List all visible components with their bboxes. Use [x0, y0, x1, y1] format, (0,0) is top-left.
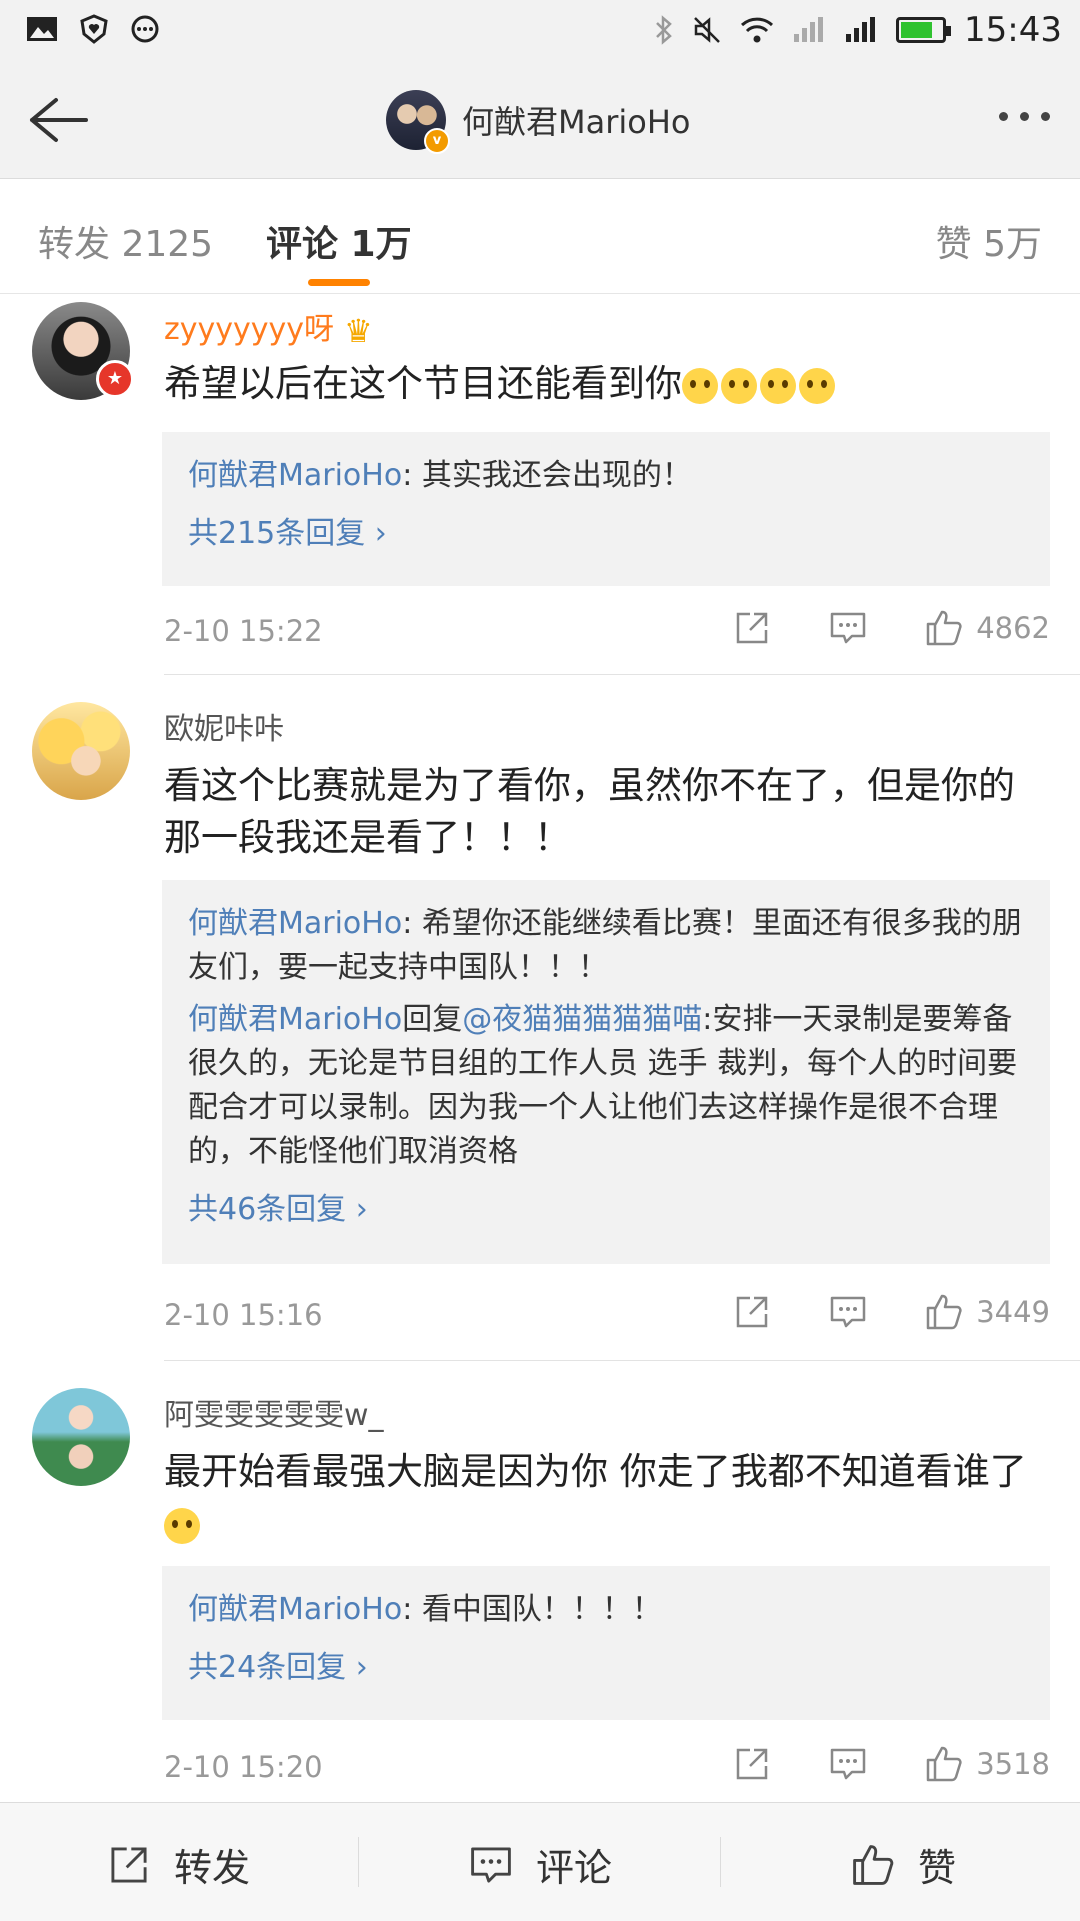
like-icon[interactable] [924, 1744, 964, 1784]
tab-likes[interactable]: 赞 5万 [936, 215, 1042, 267]
divider [720, 1837, 721, 1887]
more-replies-link[interactable]: 共46条回复 › [188, 1184, 1024, 1228]
emoji-icon [164, 1507, 200, 1544]
vip-badge-icon: ★ [96, 360, 134, 398]
reply-author[interactable]: 何猷君MarioHo [188, 906, 402, 941]
reply-mention[interactable]: @夜猫猫猫猫猫喵 [462, 1002, 702, 1037]
status-bar: 15:43 [0, 0, 1080, 62]
clock: 15:43 [964, 10, 1062, 50]
share-icon[interactable] [732, 1292, 772, 1332]
shield-heart-icon [80, 14, 108, 44]
divider [358, 1837, 359, 1887]
active-tab-indicator [308, 279, 370, 286]
tab-bar: 转发 2125 评论 1万 赞 5万 [0, 179, 1080, 294]
reply-author[interactable]: 何猷君MarioHo [188, 1002, 402, 1037]
reply-line: 何猷君MarioHo: 希望你还能继续看比赛！里面还有很多我的朋友们，要一起支持… [188, 906, 1022, 985]
comment-text: 希望以后在这个节目还能看到你 [164, 358, 1044, 410]
signal-strong-icon [846, 17, 876, 42]
comment-button[interactable]: 评论 [468, 1837, 612, 1892]
reply-box[interactable]: 何猷君MarioHo: 希望你还能继续看比赛！里面还有很多我的朋友们，要一起支持… [162, 880, 1050, 1264]
like-label: 赞 [918, 1846, 957, 1890]
like-icon[interactable] [924, 1292, 964, 1332]
more-options-icon[interactable] [999, 112, 1050, 121]
comment-time: 2-10 15:16 [164, 1298, 323, 1332]
comment-username[interactable]: 阿雯雯雯雯雯w_ [164, 1390, 384, 1434]
like-count: 3449 [976, 1295, 1050, 1329]
emoji-icon [682, 367, 718, 404]
bottom-action-bar: 转发 评论 赞 [0, 1802, 1080, 1921]
like-icon[interactable] [924, 608, 964, 648]
signal-weak-icon [794, 17, 824, 42]
bluetooth-icon [656, 15, 672, 45]
reply-line: 何猷君MarioHo回复@夜猫猫猫猫猫喵:安排一天录制是要筹备很久的，无论是节目… [188, 1002, 1018, 1169]
share-icon [111, 1846, 147, 1883]
comment-time: 2-10 15:22 [164, 614, 323, 648]
tab-comments[interactable]: 评论 1万 [266, 215, 412, 267]
more-replies-link[interactable]: 共24条回复 › [188, 1642, 1024, 1686]
wifi-icon [740, 17, 774, 43]
avatar[interactable] [32, 1388, 130, 1486]
like-button[interactable]: 赞 [850, 1837, 956, 1892]
emoji-icon [760, 367, 796, 404]
image-notification-icon [27, 17, 57, 41]
tab-reposts[interactable]: 转发 2125 [38, 215, 213, 267]
repost-label: 转发 [174, 1846, 251, 1890]
mute-icon [694, 17, 720, 43]
battery-icon [896, 17, 952, 43]
comment-actions: 3449 [732, 1292, 1050, 1332]
reply-line: 何猷君MarioHo: 其实我还会出现的！ [188, 458, 692, 493]
comment-icon[interactable] [828, 1744, 868, 1784]
comment-time: 2-10 15:20 [164, 1750, 323, 1784]
verified-badge-icon: v [424, 128, 450, 154]
avatar[interactable] [32, 702, 130, 800]
page-title: 何猷君MarioHo [462, 103, 691, 141]
avatar[interactable]: v [386, 90, 450, 154]
comment-actions: 3518 [732, 1744, 1050, 1784]
emoji-icon [799, 367, 835, 404]
nav-bar: v 何猷君MarioHo [0, 62, 1080, 179]
like-count: 3518 [976, 1747, 1050, 1781]
more-replies-link[interactable]: 共215条回复 › [188, 508, 1024, 552]
reply-author[interactable]: 何猷君MarioHo [188, 458, 402, 493]
divider [164, 674, 1080, 675]
reply-author[interactable]: 何猷君MarioHo [188, 1592, 402, 1627]
share-icon[interactable] [732, 608, 772, 648]
comment-icon [471, 1846, 511, 1883]
crown-icon: ♛ [344, 311, 373, 350]
comment-text: 看这个比赛就是为了看你，虽然你不在了，但是你的那一段我还是看了！！！ [164, 764, 1015, 859]
like-icon [853, 1844, 894, 1885]
reply-line: 何猷君MarioHo: 看中国队！！！！ [188, 1592, 662, 1627]
back-arrow-icon[interactable] [22, 90, 92, 150]
reply-box[interactable]: 何猷君MarioHo: 看中国队！！！！ 共24条回复 › [162, 1566, 1050, 1720]
share-icon[interactable] [732, 1744, 772, 1784]
comment-label: 评论 [536, 1846, 613, 1890]
comment-icon[interactable] [828, 608, 868, 648]
comment-actions: 4862 [732, 608, 1050, 648]
like-count: 4862 [976, 611, 1050, 645]
comment-text: 最开始看最强大脑是因为你 你走了我都不知道看谁了 [164, 1446, 1044, 1550]
comment-icon[interactable] [828, 1292, 868, 1332]
emoji-icon [721, 367, 757, 404]
comment-username[interactable]: 欧妮咔咔 [164, 704, 284, 748]
profile-header[interactable]: v 何猷君MarioHo [386, 90, 691, 154]
comment-username[interactable]: zyyyyyyy呀 ♛ [164, 304, 373, 350]
more-notification-icon [131, 15, 159, 43]
divider [164, 1360, 1080, 1361]
reply-box[interactable]: 何猷君MarioHo: 其实我还会出现的！ 共215条回复 › [162, 432, 1050, 586]
repost-button[interactable]: 转发 [106, 1837, 250, 1892]
